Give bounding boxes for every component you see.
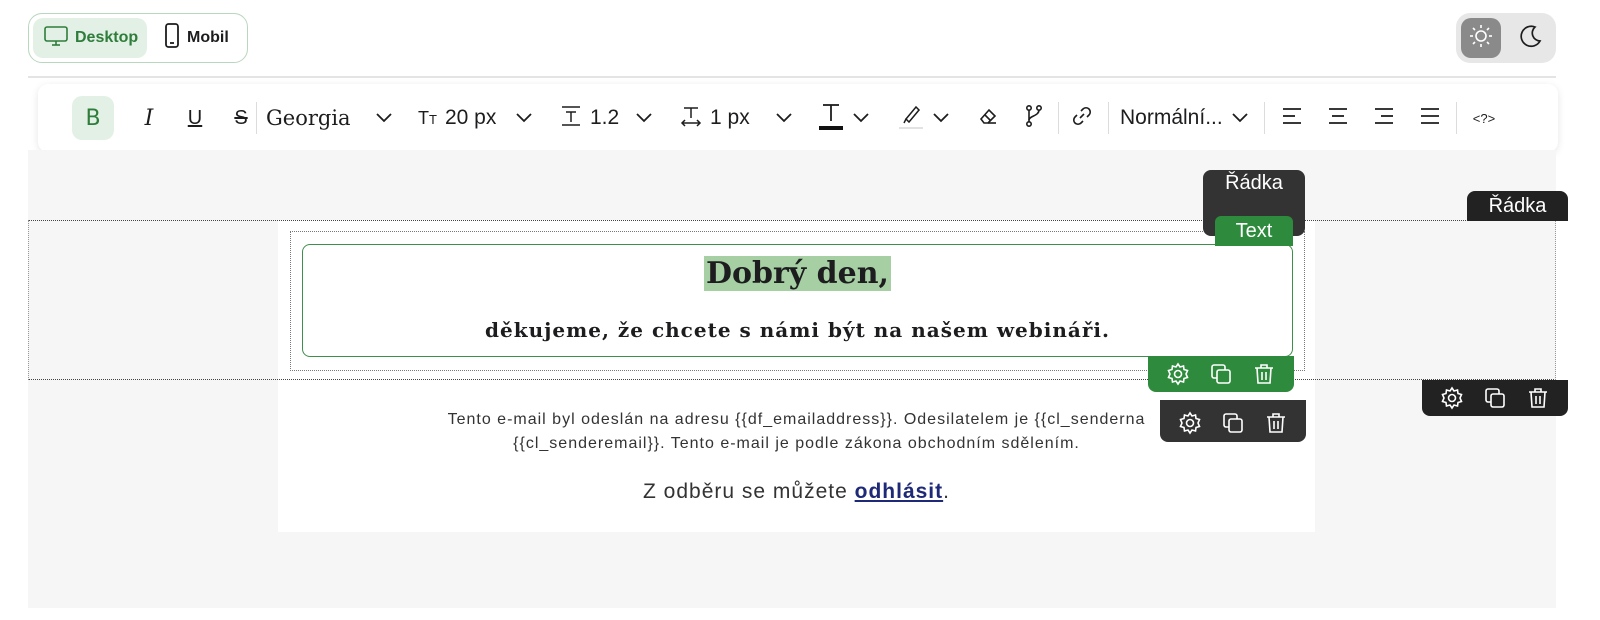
bold-button[interactable]: B [72, 96, 114, 140]
code-button[interactable]: <?> [1462, 96, 1506, 140]
line-height-chevron-icon[interactable] [632, 96, 656, 140]
highlight-button[interactable] [894, 96, 954, 140]
row-badge-outer[interactable]: Řádka [1467, 191, 1568, 221]
italic-button[interactable]: I [128, 96, 170, 140]
unsubscribe-suffix: . [943, 480, 950, 503]
mobile-icon [163, 22, 181, 54]
text-color-icon [818, 101, 844, 136]
link-icon [1071, 105, 1093, 132]
formatting-toolbar: B I U S Georgia TT 20 px 1.2 1 px Normál… [38, 84, 1558, 152]
bold-icon: B [85, 105, 101, 131]
mobile-view-button[interactable]: Mobil [153, 18, 241, 58]
align-center-icon [1327, 106, 1349, 131]
settings-icon[interactable] [1439, 385, 1465, 411]
mobile-view-label: Mobil [187, 29, 229, 46]
trash-icon[interactable] [1251, 361, 1277, 387]
line-height-icon [560, 105, 582, 132]
row-actions-outer [1422, 380, 1568, 416]
greeting-heading[interactable]: Dobrý den, [302, 256, 1293, 291]
highlight-chevron-icon[interactable] [932, 112, 950, 124]
duplicate-icon[interactable] [1482, 385, 1508, 411]
line-height-value: 1.2 [590, 106, 620, 129]
merge-tag-button[interactable] [1014, 96, 1054, 140]
settings-icon[interactable] [1177, 410, 1203, 436]
text-block-actions [1148, 356, 1294, 392]
clear-formatting-button[interactable] [968, 96, 1008, 140]
line-height-select[interactable]: 1.2 [560, 96, 640, 140]
toolbar-separator [1108, 102, 1109, 134]
align-center-button[interactable] [1318, 96, 1358, 140]
font-size-icon: TT [418, 107, 437, 128]
font-family-chevron-icon[interactable] [372, 96, 396, 140]
top-divider [28, 76, 1556, 78]
text-badge[interactable]: Text [1215, 216, 1293, 246]
trash-icon[interactable] [1263, 410, 1289, 436]
link-button[interactable] [1062, 96, 1102, 140]
theme-toggle [1456, 13, 1556, 63]
desktop-view-label: Desktop [75, 29, 139, 46]
toolbar-separator [1456, 102, 1457, 134]
desktop-icon [43, 25, 69, 52]
duplicate-icon[interactable] [1220, 410, 1246, 436]
view-toggle: Desktop Mobil [28, 13, 248, 63]
letter-spacing-select[interactable]: 1 px [680, 96, 780, 140]
align-justify-icon [1419, 106, 1441, 131]
font-family-value: Georgia [266, 106, 351, 130]
unsubscribe-line: Z odběru se můžete odhlásit. [278, 480, 1315, 504]
row-actions-inner [1160, 400, 1306, 442]
underline-icon: U [187, 106, 203, 129]
toolbar-separator [1058, 102, 1059, 134]
letter-spacing-icon [680, 105, 702, 132]
unsubscribe-link[interactable]: odhlásit [855, 480, 944, 503]
subline-text[interactable]: děkujeme, že chcete s námi být na našem … [302, 318, 1293, 342]
light-theme-button[interactable] [1461, 18, 1501, 58]
desktop-view-button[interactable]: Desktop [33, 18, 147, 58]
strikethrough-icon: S [234, 106, 248, 129]
align-left-button[interactable] [1272, 96, 1312, 140]
greeting-text: Dobrý den, [703, 256, 891, 291]
text-color-chevron-icon[interactable] [852, 112, 870, 124]
eraser-icon [977, 105, 999, 132]
unsubscribe-prefix: Z odběru se můžete [643, 480, 855, 503]
trash-icon[interactable] [1525, 385, 1551, 411]
text-badge-label: Text [1235, 219, 1273, 242]
letter-spacing-value: 1 px [710, 106, 750, 129]
align-justify-button[interactable] [1410, 96, 1450, 140]
letter-spacing-chevron-icon[interactable] [772, 96, 796, 140]
moon-icon [1518, 23, 1544, 54]
highlight-icon [898, 101, 924, 136]
duplicate-icon[interactable] [1208, 361, 1234, 387]
paragraph-style-chevron-icon[interactable] [1228, 96, 1252, 140]
sun-icon [1468, 23, 1494, 54]
toolbar-separator [1264, 102, 1265, 134]
toolbar-separator [256, 102, 257, 134]
code-icon: <?> [1472, 110, 1496, 126]
align-right-button[interactable] [1364, 96, 1404, 140]
align-left-icon [1281, 106, 1303, 131]
settings-icon[interactable] [1165, 361, 1191, 387]
merge-tag-icon [1023, 104, 1045, 133]
align-right-icon [1373, 106, 1395, 131]
paragraph-style-value: Normální... [1120, 106, 1223, 129]
font-size-chevron-icon[interactable] [512, 96, 536, 140]
font-size-value: 20 px [444, 106, 497, 129]
dark-theme-button[interactable] [1511, 18, 1551, 58]
row-badge-outer-label: Řádka [1488, 194, 1547, 217]
text-color-button[interactable] [814, 96, 874, 140]
row-badge-inner-label: Řádka [1225, 172, 1283, 194]
italic-icon: I [144, 105, 154, 131]
underline-button[interactable]: U [174, 96, 216, 140]
